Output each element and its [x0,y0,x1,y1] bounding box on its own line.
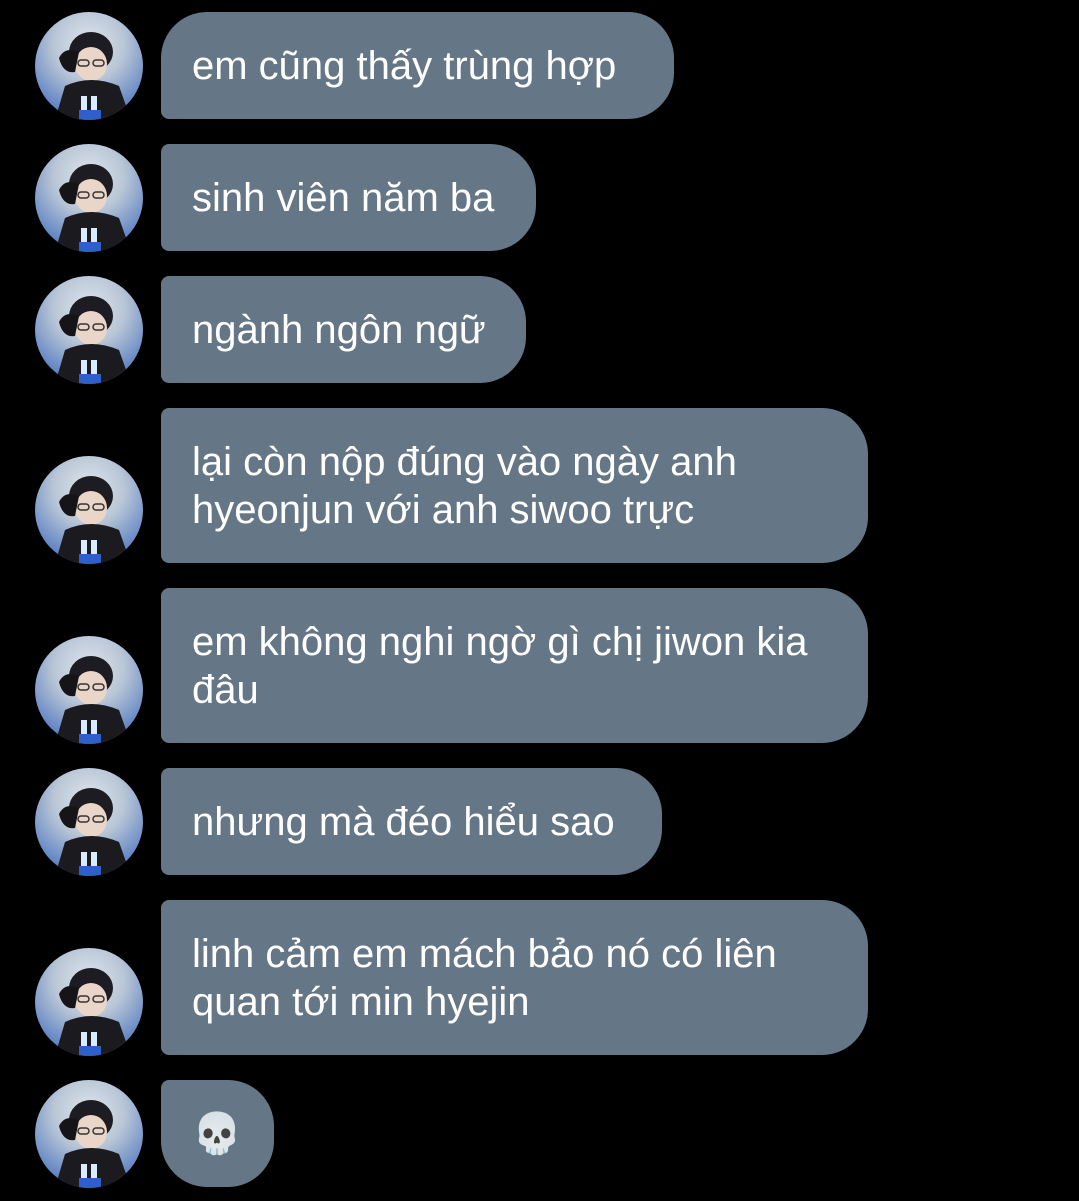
avatar[interactable] [35,456,143,564]
message-bubble[interactable]: lại còn nộp đúng vào ngày anh hyeonjun v… [161,408,868,563]
profile-photo-icon [55,32,131,120]
avatar[interactable] [35,768,143,876]
skull-icon: 💀 [192,1111,242,1156]
message-text: ngành ngôn ngữ [192,307,486,352]
profile-photo-icon [55,476,131,564]
message-bubble[interactable]: em cũng thấy trùng hợp [161,12,674,119]
avatar[interactable] [35,276,143,384]
avatar[interactable] [35,636,143,744]
message-text: em cũng thấy trùng hợp [192,43,617,88]
message-bubble[interactable]: 💀 [161,1080,274,1187]
profile-photo-icon [55,1100,131,1188]
avatar[interactable] [35,12,143,120]
message-bubble[interactable]: em không nghi ngờ gì chị jiwon kia đâu [161,588,868,743]
avatar[interactable] [35,1080,143,1188]
message-bubble[interactable]: linh cảm em mách bảo nó có liên quan tới… [161,900,868,1055]
message-text: sinh viên năm ba [192,175,495,220]
message-text: linh cảm em mách bảo nó có liên quan tới… [192,931,777,1024]
message-bubble[interactable]: sinh viên năm ba [161,144,536,251]
message-text: nhưng mà đéo hiểu sao [192,799,615,844]
message-thread: em cũng thấy trùng hợp sinh viên năm ba [0,0,1079,1201]
profile-photo-icon [55,296,131,384]
profile-photo-icon [55,656,131,744]
message-text: em không nghi ngờ gì chị jiwon kia đâu [192,619,808,712]
message-text: lại còn nộp đúng vào ngày anh hyeonjun v… [192,439,737,532]
message-bubble[interactable]: nhưng mà đéo hiểu sao [161,768,662,875]
profile-photo-icon [55,164,131,252]
profile-photo-icon [55,788,131,876]
avatar[interactable] [35,948,143,1056]
avatar[interactable] [35,144,143,252]
message-bubble[interactable]: ngành ngôn ngữ [161,276,526,383]
profile-photo-icon [55,968,131,1056]
